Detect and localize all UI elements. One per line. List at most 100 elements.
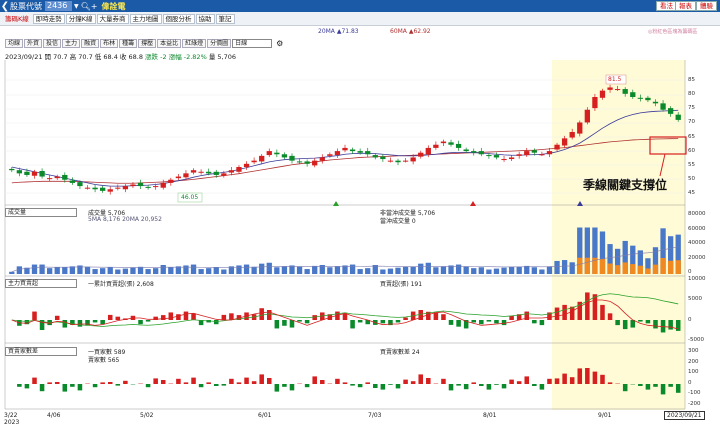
main-cum-legend: 一累計買賣超(張) 2,608 [88, 281, 154, 288]
candle-body [100, 187, 106, 191]
candle-body [660, 103, 666, 110]
candle-body [501, 159, 507, 161]
main-buy-sell-bar [675, 320, 681, 331]
price-axis-label: 55 [688, 161, 695, 168]
candle-body [198, 171, 204, 173]
broker-diff-bar [266, 378, 272, 384]
main-axis-label: 10000 [688, 276, 706, 282]
marker-triangle [333, 201, 339, 206]
volume-bar [471, 268, 477, 274]
vol-indicator-select[interactable]: 成交量 [5, 208, 77, 217]
vol-axis-label: 20000 [688, 254, 706, 261]
candle-body [410, 157, 416, 162]
candle-body [334, 151, 341, 156]
main-buy-sell-bar [92, 320, 98, 323]
candle-body [175, 176, 182, 179]
volume-bar [175, 266, 182, 274]
broker-diff-bar [229, 378, 234, 384]
marker-triangle [470, 201, 476, 206]
volume-bar [357, 269, 363, 274]
candle-body [319, 157, 325, 161]
main-indicator-select[interactable]: 主力買賣超 [5, 279, 77, 288]
volume-bar [539, 269, 545, 274]
volume-bar [243, 264, 250, 274]
candle-body [145, 186, 151, 188]
broker-diff-bar [607, 382, 613, 384]
broker-diff-bar [342, 382, 348, 384]
candle-body [327, 154, 333, 156]
candle-body [516, 154, 522, 156]
candle-body [92, 187, 98, 190]
main-buy-sell-bar [357, 320, 363, 323]
volume-bar [455, 264, 462, 274]
candle-body [130, 184, 136, 187]
volume-bar [508, 266, 515, 274]
price-axis-label: 85 [688, 77, 695, 83]
broker-diff-bar [244, 377, 249, 384]
candle-body [54, 176, 60, 179]
candle-body [395, 160, 401, 163]
candle-body [31, 171, 38, 176]
volume-bar [259, 263, 265, 274]
volume-bar [440, 266, 447, 274]
candle-body [380, 156, 386, 160]
candle-body [259, 155, 265, 162]
candle-body [115, 187, 121, 189]
broker-diff-bar [653, 384, 658, 387]
volume-bar [312, 265, 318, 274]
candle-body [546, 151, 553, 155]
broker-diff-bar [107, 382, 113, 384]
broker-diff-bar [198, 384, 204, 388]
broker-diff-bar [17, 384, 22, 387]
main-buy-sell-bar [441, 314, 446, 320]
price-axis-label: 50 [688, 175, 695, 182]
broker-diff-bar [441, 378, 446, 384]
volume-bar [418, 263, 424, 274]
broker-diff-bar [312, 376, 317, 384]
candle-body [561, 138, 568, 146]
volume-bar [137, 266, 144, 274]
volume-bar [493, 268, 500, 274]
broker-axis-label: 200 [688, 358, 699, 365]
candle-body [183, 173, 189, 178]
broker-diff-bar [47, 382, 52, 384]
volume-bar [183, 265, 189, 274]
volume-bar [9, 271, 15, 274]
x-tick: 4/06 [47, 412, 61, 419]
volume-bar [365, 268, 371, 274]
volume-bar [115, 269, 121, 274]
candle-body [667, 108, 674, 114]
candle-body [266, 151, 272, 156]
main-buy-sell-bar [494, 320, 499, 324]
broker-diff-bar [403, 379, 408, 384]
broker-diff-bar [304, 384, 310, 388]
main-buy-sell-bar [183, 311, 189, 320]
vol-axis-label: 80000 [688, 211, 706, 217]
volume-bar [100, 268, 106, 274]
candle-body [251, 160, 257, 163]
main-buy-sell-bar [213, 320, 219, 325]
candle-body [622, 89, 628, 94]
broker-diff-bar [486, 384, 492, 390]
candle-body [160, 182, 166, 188]
candle-body [349, 149, 356, 152]
candle-body [47, 178, 53, 180]
price-axis-label: 80 [688, 91, 695, 98]
price-axis-label: 70 [688, 119, 695, 126]
volume-bar [69, 266, 76, 274]
volume-bar [395, 267, 401, 274]
volume-bar [62, 267, 68, 274]
volume-daytrade-bar [652, 264, 659, 274]
broker-diff-bar [675, 384, 681, 393]
main-buy-sell-bar [282, 320, 287, 326]
candle-body [486, 155, 492, 157]
main-buy-sell-bar [107, 314, 113, 320]
broker-diff-bar [516, 381, 522, 384]
main-buy-sell-bar [403, 317, 408, 320]
candle-body [24, 171, 30, 175]
volume-bar [380, 269, 386, 274]
broker-indicator-select[interactable]: 買賣家數差 [5, 347, 77, 356]
broker-diff-bar [160, 380, 166, 384]
main-axis-label: 0 [688, 316, 692, 323]
main-buy-sell-bar [289, 320, 295, 328]
